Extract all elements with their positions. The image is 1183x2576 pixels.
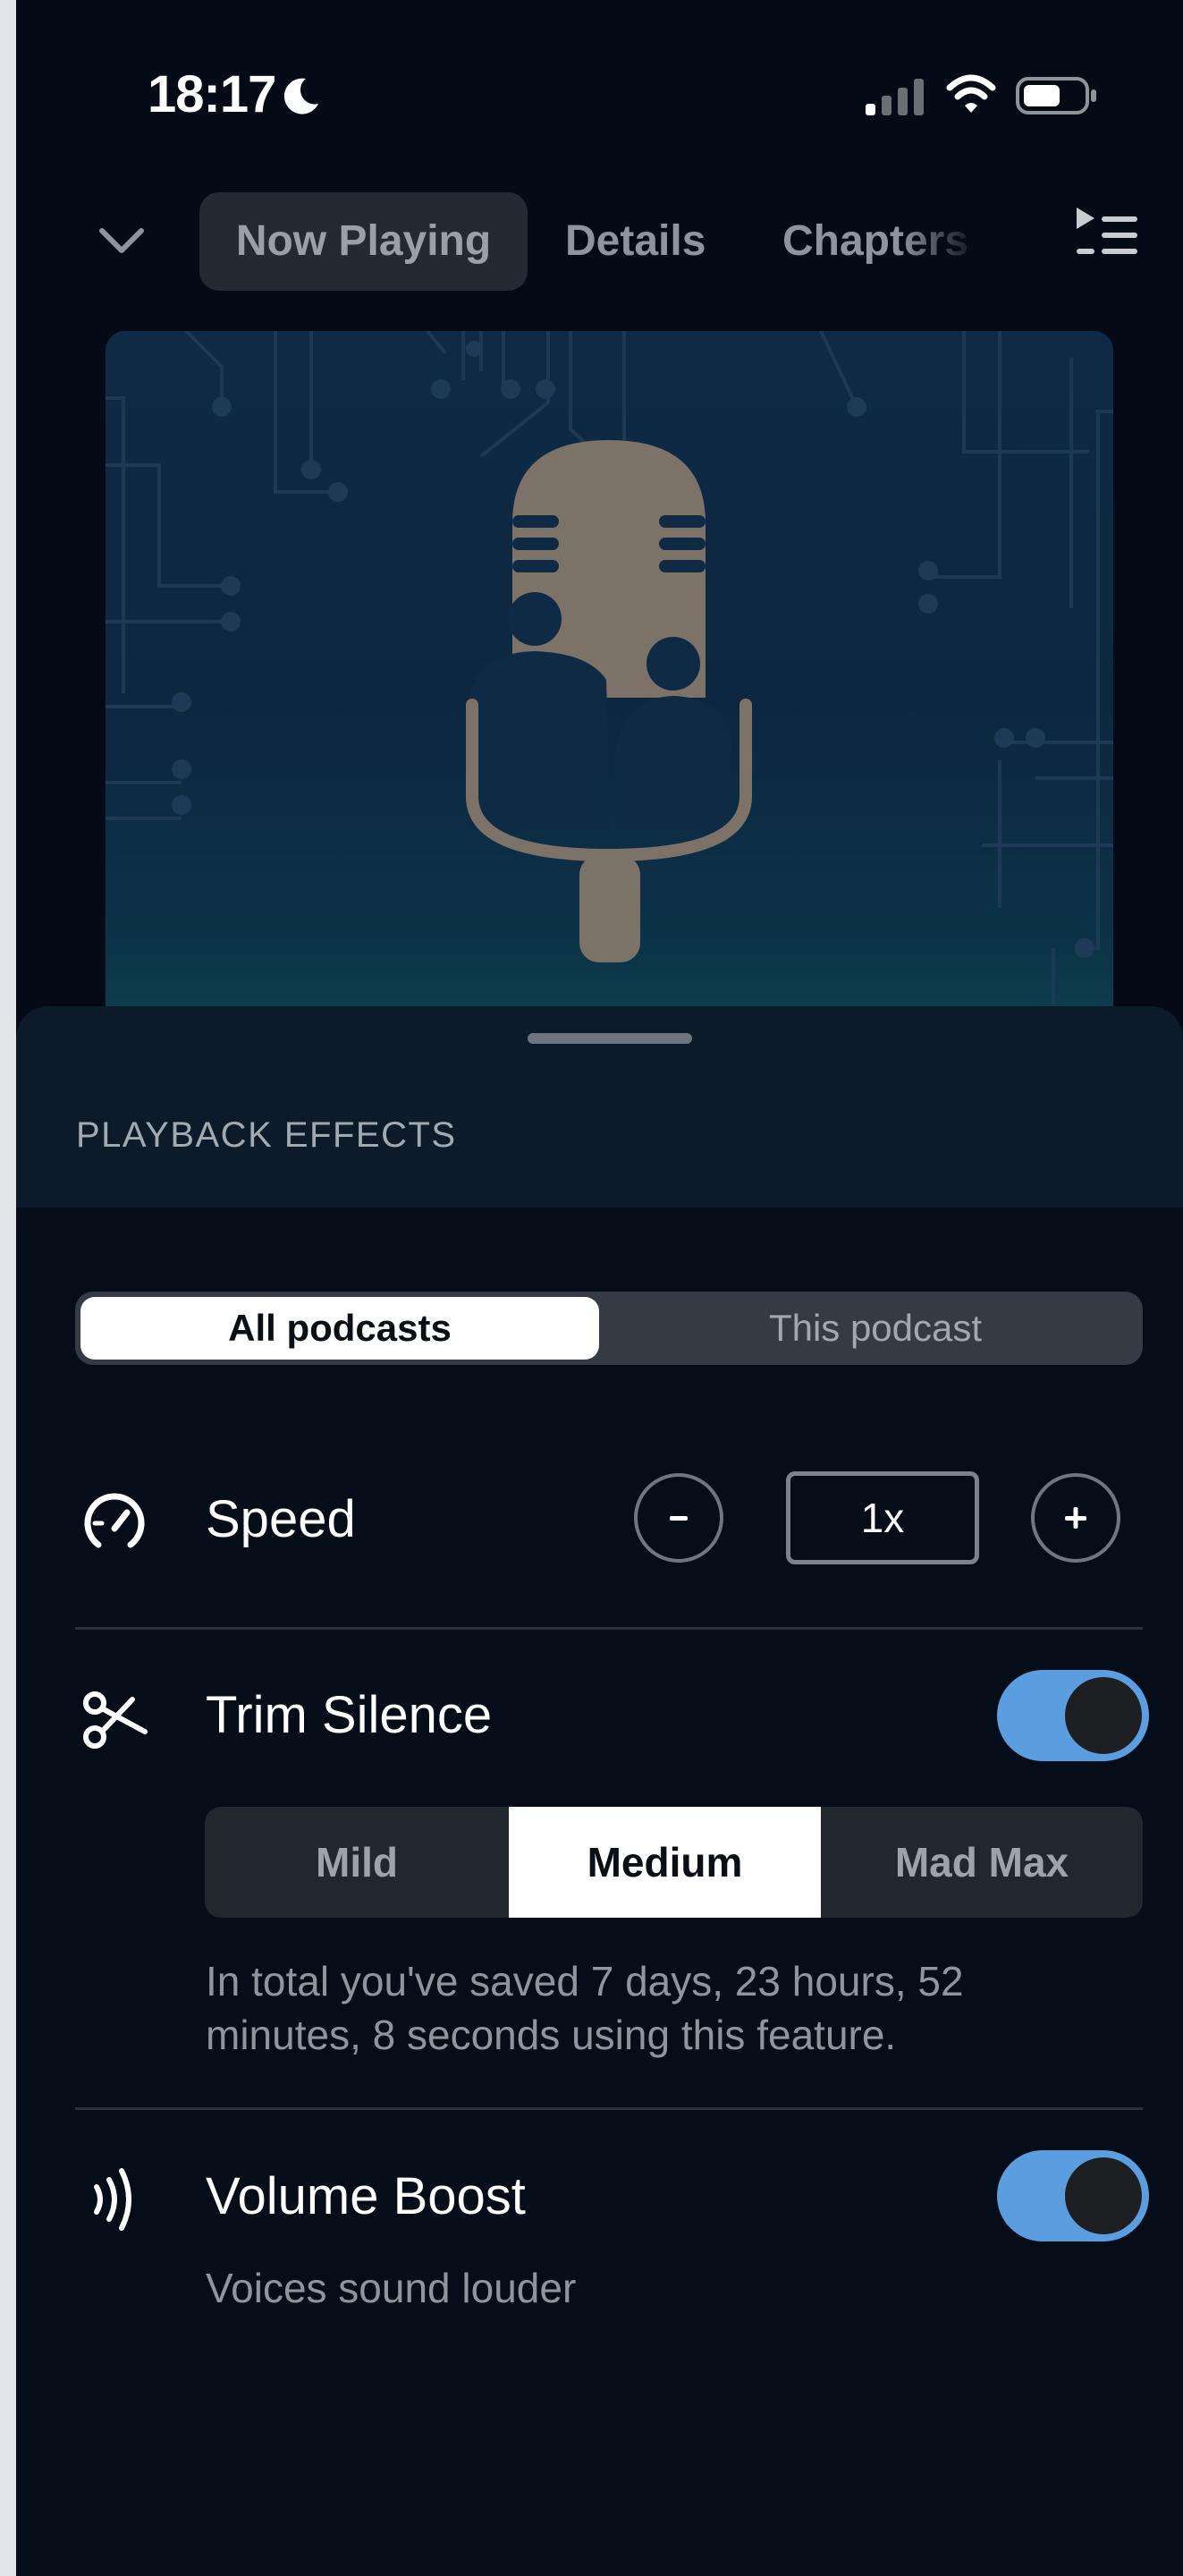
speed-increase-button[interactable] [1031, 1473, 1120, 1563]
queue-list-icon[interactable] [1073, 204, 1141, 259]
trim-level-medium[interactable]: Medium [509, 1807, 821, 1918]
trim-silence-label: Trim Silence [206, 1686, 493, 1744]
minus-icon [670, 1516, 688, 1521]
divider [75, 1627, 1143, 1630]
speed-value[interactable]: 1x [786, 1471, 979, 1564]
chevron-down-icon[interactable] [93, 215, 150, 268]
volume-boost-caption: Voices sound louder [206, 2265, 577, 2311]
playback-effects-sheet: PLAYBACK EFFECTS All podcasts This podca… [16, 1006, 1183, 2576]
trim-level-mad-max[interactable]: Mad Max [821, 1807, 1143, 1918]
microphone-artwork-icon [106, 331, 1113, 1011]
volume-boost-toggle[interactable] [997, 2150, 1149, 2241]
speed-label: Speed [206, 1490, 356, 1548]
tab-now-playing[interactable]: Now Playing [199, 192, 528, 291]
speed-decrease-button[interactable] [634, 1473, 723, 1563]
podcast-artwork [106, 331, 1113, 1011]
battery-icon [1016, 77, 1096, 114]
moon-icon [283, 78, 318, 114]
sheet-title: PLAYBACK EFFECTS [76, 1115, 457, 1155]
status-time: 18:17 [148, 65, 276, 123]
divider [75, 2107, 1143, 2110]
scissors-icon [83, 1691, 148, 1749]
tab-details[interactable]: Details [565, 192, 706, 291]
cellular-signal-icon [866, 79, 924, 115]
speedometer-icon [84, 1493, 145, 1548]
volume-boost-label: Volume Boost [206, 2167, 526, 2225]
trim-level-segmented-control: Mild Medium Mad Max [205, 1807, 1143, 1918]
plus-icon [1065, 1507, 1086, 1529]
toggle-knob [1065, 1677, 1142, 1754]
scope-this-podcast[interactable]: This podcast [612, 1297, 1139, 1360]
sound-waves-icon [94, 2168, 131, 2231]
toggle-knob [1065, 2157, 1142, 2234]
wifi-icon [946, 74, 996, 113]
sheet-grabber-handle[interactable] [528, 1033, 692, 1044]
tab-chapters[interactable]: Chapters [782, 192, 979, 291]
scope-segmented-control: All podcasts This podcast [75, 1292, 1143, 1365]
sheet-header: PLAYBACK EFFECTS [16, 1006, 1183, 1208]
now-playing-screen: 18:17 Now Playing Details Chapters PLAYB… [0, 0, 1183, 2576]
scope-all-podcasts[interactable]: All podcasts [80, 1297, 599, 1360]
trim-silence-toggle[interactable] [997, 1670, 1149, 1761]
left-edge-strip [0, 0, 16, 2576]
trim-level-mild[interactable]: Mild [205, 1807, 509, 1918]
trim-saved-caption: In total you've saved 7 days, 23 hours, … [206, 1958, 964, 2058]
